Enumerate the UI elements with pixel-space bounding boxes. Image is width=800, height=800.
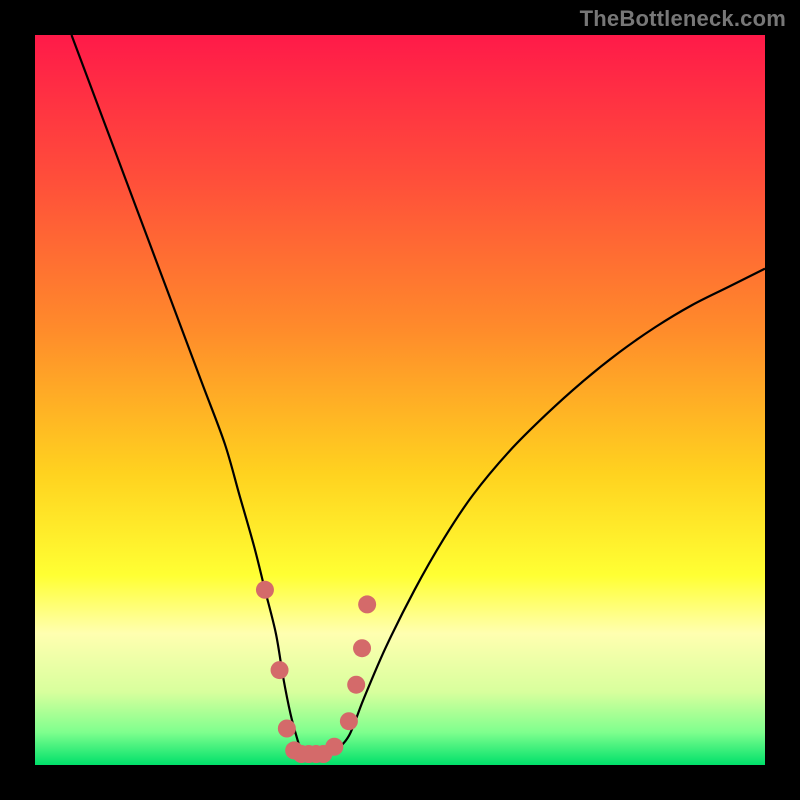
highlight-dot: [347, 676, 365, 694]
highlight-dot: [256, 581, 274, 599]
highlight-dot: [278, 720, 296, 738]
highlight-dot: [353, 639, 371, 657]
highlight-dot: [358, 595, 376, 613]
bottleneck-chart: [35, 35, 765, 765]
highlight-dot: [340, 712, 358, 730]
watermark-text: TheBottleneck.com: [580, 6, 786, 32]
highlight-dot: [325, 738, 343, 756]
highlight-dot: [271, 661, 289, 679]
plot-area: [35, 35, 765, 765]
gradient-background: [35, 35, 765, 765]
chart-frame: TheBottleneck.com: [0, 0, 800, 800]
